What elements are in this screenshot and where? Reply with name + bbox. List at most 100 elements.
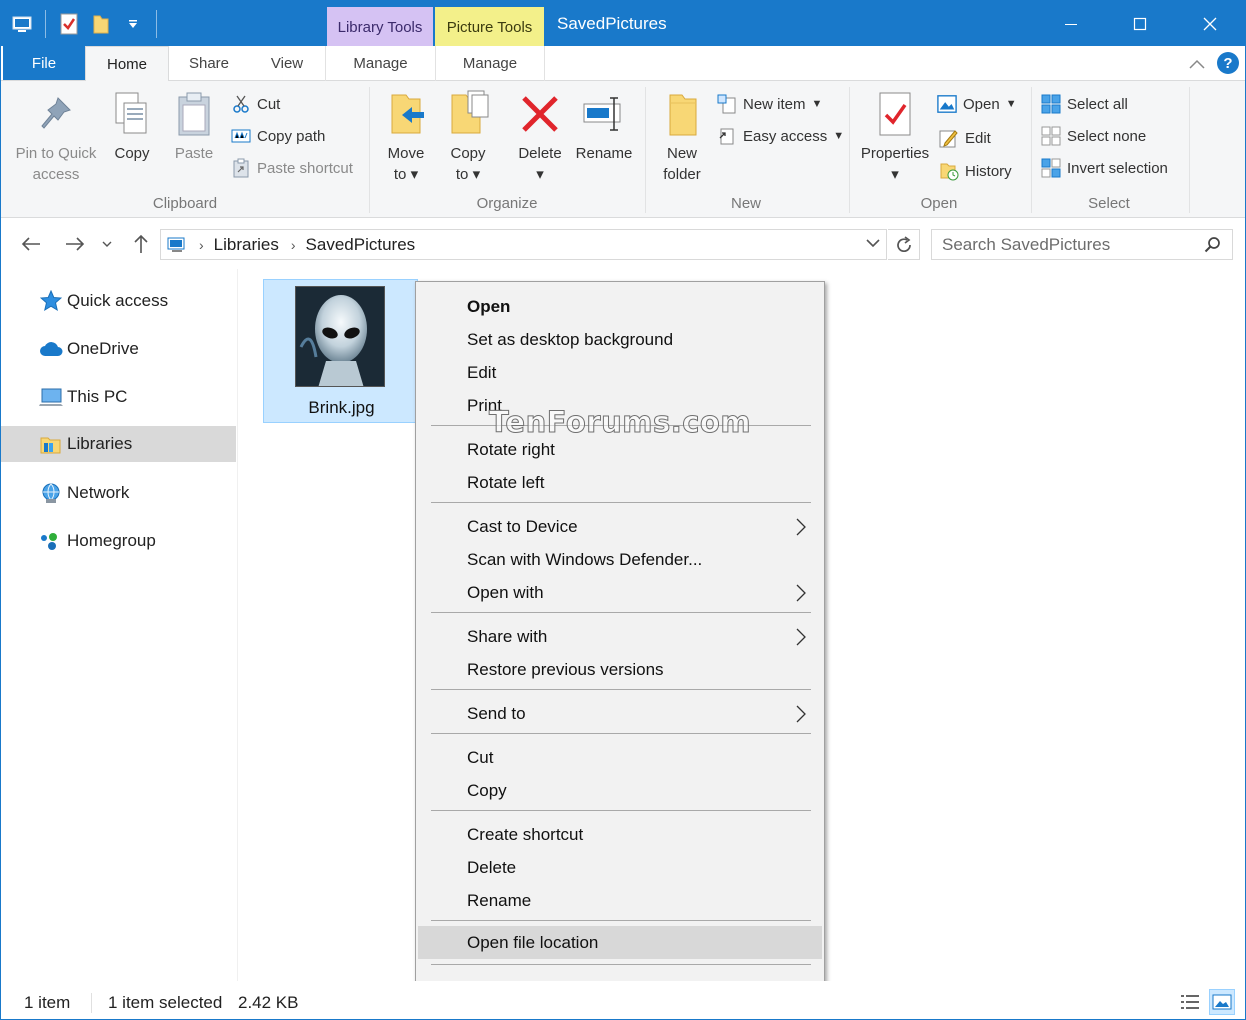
properties-icon — [873, 89, 917, 139]
copy-to-icon — [446, 89, 490, 139]
menu-item-share-with[interactable]: Share with — [418, 620, 822, 653]
nav-item-quick-access[interactable]: Quick access — [1, 283, 236, 319]
ribbon-home: Pin to Quick access Copy Paste Cut Copy … — [1, 81, 1245, 218]
submenu-arrow-icon — [796, 576, 808, 609]
menu-item-set-desktop-background[interactable]: Set as desktop background — [418, 323, 822, 356]
breadcrumb-savedpictures[interactable]: SavedPictures — [306, 235, 416, 255]
open-button[interactable]: Open ▼ — [937, 91, 1017, 117]
move-to-button[interactable]: Move to ▾ — [379, 89, 433, 185]
menu-item-open[interactable]: Open — [418, 290, 822, 323]
select-none-icon — [1041, 126, 1061, 146]
context-menu: Open Set as desktop background Edit Prin… — [415, 281, 825, 1008]
select-all-button[interactable]: Select all — [1041, 91, 1128, 117]
nav-label-quick-access: Quick access — [67, 291, 169, 310]
invert-selection-button[interactable]: Invert selection — [1041, 155, 1168, 181]
menu-item-delete[interactable]: Delete — [418, 851, 822, 884]
nav-item-onedrive[interactable]: OneDrive — [1, 331, 236, 367]
recent-locations-chevron-icon[interactable] — [97, 231, 117, 257]
breadcrumb-chevron-icon[interactable]: › — [291, 237, 296, 253]
search-icon[interactable] — [1204, 236, 1222, 254]
scissors-icon — [231, 94, 251, 114]
address-history-chevron-icon[interactable] — [866, 238, 880, 248]
properties-button[interactable]: Properties ▾ — [857, 89, 933, 185]
properties-quick-icon[interactable] — [56, 10, 82, 38]
menu-item-create-shortcut[interactable]: Create shortcut — [418, 818, 822, 851]
select-all-icon — [1041, 94, 1061, 114]
large-icons-view-icon[interactable] — [1209, 989, 1235, 1015]
forward-arrow-icon[interactable] — [61, 231, 89, 257]
menu-item-send-to[interactable]: Send to — [418, 697, 822, 730]
tab-file[interactable]: File — [3, 46, 85, 80]
address-bar[interactable]: › Libraries › SavedPictures — [160, 229, 887, 260]
menu-item-restore-previous-versions[interactable]: Restore previous versions — [418, 653, 822, 686]
breadcrumb-chevron-icon[interactable]: › — [199, 237, 204, 253]
minimize-button[interactable] — [1048, 1, 1094, 46]
menu-item-rename[interactable]: Rename — [418, 884, 822, 917]
menu-item-scan-defender[interactable]: Scan with Windows Defender... — [418, 543, 822, 576]
system-menu-icon[interactable] — [9, 10, 35, 38]
menu-item-cut[interactable]: Cut — [418, 741, 822, 774]
menu-item-copy[interactable]: Copy — [418, 774, 822, 807]
select-none-button[interactable]: Select none — [1041, 123, 1146, 149]
collapse-ribbon-icon[interactable] — [1187, 54, 1207, 74]
file-item[interactable]: Brink.jpg — [263, 279, 418, 423]
close-button[interactable] — [1187, 1, 1233, 46]
back-arrow-icon[interactable] — [17, 231, 45, 257]
cut-button[interactable]: Cut — [231, 91, 280, 117]
nav-item-libraries[interactable]: Libraries — [1, 426, 236, 462]
menu-item-rotate-left[interactable]: Rotate left — [418, 466, 822, 499]
move-to-label-line1: Move — [387, 145, 425, 162]
nav-item-this-pc[interactable]: This PC — [1, 379, 236, 415]
tab-manage-library[interactable]: Manage — [325, 46, 435, 81]
menu-item-print[interactable]: Print — [418, 389, 822, 422]
breadcrumb-libraries[interactable]: Libraries — [214, 235, 279, 255]
nav-item-network[interactable]: Network — [1, 475, 236, 511]
computer-icon — [38, 385, 64, 409]
nav-label-homegroup: Homegroup — [67, 531, 156, 550]
menu-item-edit[interactable]: Edit — [418, 356, 822, 389]
paste-shortcut-button[interactable]: Paste shortcut — [231, 155, 353, 181]
pin-label-line2: access — [32, 166, 80, 183]
maximize-button[interactable] — [1117, 1, 1163, 46]
nav-label-libraries: Libraries — [67, 434, 133, 453]
copy-label: Copy — [114, 145, 150, 162]
up-arrow-icon[interactable] — [127, 231, 155, 257]
tab-manage-picture[interactable]: Manage — [435, 46, 545, 81]
menu-item-open-with[interactable]: Open with — [418, 576, 822, 609]
menu-item-open-file-location[interactable]: Open file location — [418, 926, 822, 959]
refresh-button[interactable] — [888, 229, 920, 260]
history-button[interactable]: History — [939, 158, 1012, 184]
delete-button[interactable]: Delete ▾ — [513, 89, 567, 185]
group-label-select: Select — [1088, 195, 1130, 212]
copy-button[interactable]: Copy — [107, 89, 157, 164]
menu-divider — [431, 920, 811, 921]
new-folder-button[interactable]: New folder — [655, 89, 709, 185]
select-all-label: Select all — [1067, 95, 1128, 113]
menu-item-rotate-right[interactable]: Rotate right — [418, 433, 822, 466]
new-folder-quick-icon[interactable] — [88, 10, 114, 38]
copy-path-button[interactable]: Copy path — [231, 123, 325, 149]
customize-qat-icon[interactable] — [120, 10, 146, 38]
invert-selection-icon — [1041, 158, 1061, 178]
search-input[interactable] — [942, 234, 1202, 255]
paste-button[interactable]: Paste — [169, 89, 219, 164]
copy-to-button[interactable]: Copy to ▾ — [441, 89, 495, 185]
open-dropdown-icon: ▼ — [1005, 98, 1017, 110]
new-item-button[interactable]: New item ▼ — [717, 91, 822, 117]
submenu-arrow-icon — [796, 620, 808, 653]
tab-view[interactable]: View — [249, 46, 325, 81]
nav-item-homegroup[interactable]: Homegroup — [1, 523, 236, 559]
easy-access-button[interactable]: Easy access ▼ — [717, 123, 844, 149]
cut-label: Cut — [257, 95, 281, 113]
library-icon — [38, 432, 64, 456]
properties-dropdown-icon[interactable]: ▾ — [857, 164, 933, 185]
rename-button[interactable]: Rename — [573, 89, 635, 164]
edit-button[interactable]: Edit — [939, 125, 991, 151]
delete-dropdown-icon[interactable]: ▾ — [513, 164, 567, 185]
pin-to-quick-access-button[interactable]: Pin to Quick access — [9, 89, 103, 185]
help-icon[interactable]: ? — [1217, 52, 1239, 74]
tab-share[interactable]: Share — [171, 46, 247, 81]
tab-home[interactable]: Home — [85, 46, 169, 82]
details-view-icon[interactable] — [1177, 989, 1203, 1015]
menu-item-cast-to-device[interactable]: Cast to Device — [418, 510, 822, 543]
